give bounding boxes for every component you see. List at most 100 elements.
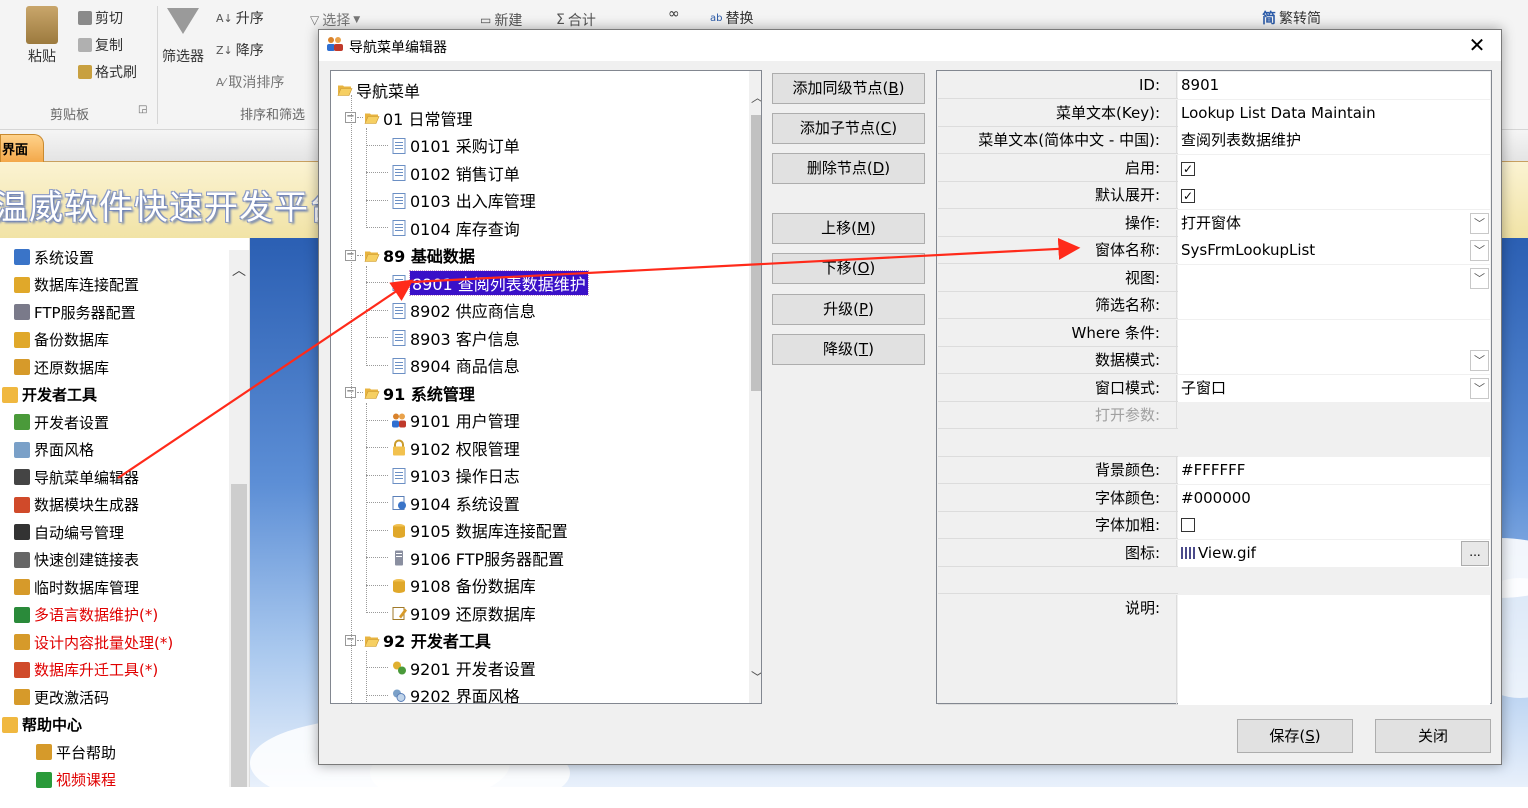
tree-root[interactable]: 导航菜单 (337, 76, 420, 103)
tab-main-interface[interactable]: 界面 (0, 134, 44, 162)
tree-leaf-node[interactable]: 0102 销售订单 (391, 159, 520, 186)
close-icon[interactable]: ✕ (1463, 32, 1491, 58)
sidebar-item[interactable]: 更改激活码 (14, 684, 109, 710)
sidebar-item[interactable]: 快速创建链接表 (14, 547, 139, 573)
chevron-down-icon[interactable]: ﹀ (1470, 350, 1489, 371)
tree-scrollbar-thumb[interactable] (751, 115, 761, 391)
sidebar-item[interactable]: 导航菜单编辑器 (14, 464, 139, 490)
checkbox[interactable]: ✓ (1181, 161, 1195, 176)
sidebar-item[interactable]: 多语言数据维护(*) (14, 602, 158, 628)
sidebar-item[interactable]: 视频课程 (36, 767, 116, 793)
property-value[interactable] (1178, 292, 1490, 319)
property-dropdown[interactable]: 打开窗体 ﹀ (1178, 209, 1490, 237)
sidebar-item[interactable]: FTP服务器配置 (14, 299, 136, 325)
property-value[interactable]: #000000 (1178, 484, 1490, 512)
move-up-button[interactable]: 上移(M) (772, 213, 925, 244)
tree-leaf-node[interactable]: 9202 界面风格 (391, 682, 520, 703)
sidebar-item[interactable]: 自动编号管理 (14, 519, 124, 545)
paste-button[interactable]: 粘贴 (26, 6, 58, 66)
property-dropdown[interactable]: SysFrmLookupList ﹀ (1178, 237, 1490, 264)
property-value[interactable]: 8901 (1178, 72, 1490, 99)
property-value[interactable]: View.gif... (1178, 539, 1490, 567)
chevron-down-icon[interactable]: ﹀ (1470, 240, 1489, 261)
tree-leaf-node[interactable]: 0104 库存查询 (391, 214, 520, 241)
sidebar-item[interactable]: 平台帮助 (36, 739, 116, 765)
tree-group-node[interactable]: 92 开发者工具 (364, 627, 491, 654)
dialog-launcher-icon[interactable]: ◲ (138, 104, 147, 115)
tree-leaf-node[interactable]: 9108 备份数据库 (391, 572, 536, 599)
tree-group-node[interactable]: 01 日常管理 (364, 104, 472, 131)
sort-desc-button[interactable]: Z↓ 降序 (216, 40, 264, 60)
traditional-to-simplified-button[interactable]: 简繁转简 (1262, 8, 1321, 28)
sidebar-item[interactable]: 开发者工具 (2, 382, 97, 408)
totals-button[interactable]: Σ 合计 (556, 10, 596, 30)
selection-button[interactable]: ▽ 选择 ▼ (310, 10, 360, 30)
tree-leaf-node[interactable]: 9105 数据库连接配置 (391, 517, 568, 544)
property-dropdown[interactable]: 子窗口 ﹀ (1178, 374, 1490, 402)
scroll-up-icon[interactable]: ︿ (749, 87, 761, 107)
sidebar-scrollbar-thumb[interactable] (231, 484, 247, 787)
sidebar-item[interactable]: 设计内容批量处理(*) (14, 629, 173, 655)
sidebar-item[interactable]: 备份数据库 (14, 327, 109, 353)
close-button[interactable]: 关闭 (1375, 719, 1491, 753)
checkbox[interactable] (1181, 518, 1195, 532)
property-checkbox[interactable]: ✓ (1178, 154, 1490, 182)
tree-leaf-node[interactable]: 9201 开发者设置 (391, 654, 536, 681)
replace-button[interactable]: ab 替换 (710, 8, 753, 28)
tree-leaf-node[interactable]: 9106 FTP服务器配置 (391, 544, 564, 571)
sidebar-item[interactable]: 临时数据库管理 (14, 574, 139, 600)
filter-button[interactable]: 筛选器 (162, 8, 204, 66)
sidebar-item[interactable]: 还原数据库 (14, 354, 109, 380)
scroll-up-icon[interactable]: ︿ (229, 260, 249, 279)
tree-leaf-node[interactable]: 9102 权限管理 (391, 434, 520, 461)
format-painter-button[interactable]: 格式刷 (78, 62, 137, 82)
move-down-button[interactable]: 下移(O) (772, 253, 925, 284)
delete-node-button[interactable]: 删除节点(D) (772, 153, 925, 184)
tree-leaf-node[interactable]: 0101 采购订单 (391, 132, 520, 159)
chevron-down-icon[interactable]: ﹀ (1470, 377, 1489, 399)
tree-leaf-node[interactable]: 0103 出入库管理 (391, 187, 536, 214)
add-sibling-node-button[interactable]: 添加同级节点(B) (772, 73, 925, 104)
dialog-titlebar[interactable]: 导航菜单编辑器 ✕ (319, 30, 1501, 61)
browse-button[interactable]: ... (1461, 540, 1489, 566)
tree-leaf-node[interactable]: 8901 查阅列表数据维护 (391, 269, 589, 296)
demote-button[interactable]: 降级(T) (772, 334, 925, 365)
menu-tree-view[interactable]: − − − − 导航菜单 01 日常管理 0101 采购订单 0102 销售订单 0103 … (330, 70, 762, 704)
sidebar-item[interactable]: 数据库连接配置 (14, 272, 139, 298)
property-value[interactable] (1178, 594, 1490, 705)
property-checkbox[interactable]: ✓ (1178, 182, 1490, 209)
tree-leaf-node[interactable]: 9101 用户管理 (391, 407, 520, 434)
promote-button[interactable]: 升级(P) (772, 294, 925, 325)
property-value[interactable]: #FFFFFF (1178, 457, 1490, 484)
add-child-node-button[interactable]: 添加子节点(C) (772, 113, 925, 144)
sidebar-item[interactable]: 帮助中心 (2, 712, 82, 738)
save-button[interactable]: 保存(S) (1237, 719, 1353, 753)
sidebar-item[interactable]: 数据库升迁工具(*) (14, 657, 158, 683)
tree-leaf-node[interactable]: 9109 还原数据库 (391, 599, 536, 626)
property-value[interactable]: 查阅列表数据维护 (1178, 127, 1490, 154)
tree-group-node[interactable]: 89 基础数据 (364, 242, 475, 269)
cut-button[interactable]: 剪切 (78, 8, 123, 28)
clear-sort-button[interactable]: A⁄ 取消排序 (216, 72, 284, 92)
tree-leaf-node[interactable]: 9104 系统设置 (391, 489, 520, 516)
tree-leaf-node[interactable]: 8902 供应商信息 (391, 297, 536, 324)
property-value[interactable]: Lookup List Data Maintain (1178, 99, 1490, 127)
copy-button[interactable]: 复制 (78, 35, 123, 55)
tree-leaf-node[interactable]: 8904 商品信息 (391, 352, 520, 379)
scroll-down-icon[interactable]: ﹀ (749, 667, 761, 687)
sidebar-item[interactable]: 界面风格 (14, 437, 94, 463)
sidebar-item[interactable]: 系统设置 (14, 244, 94, 270)
property-dropdown[interactable]: ﹀ (1178, 264, 1490, 292)
sidebar-item[interactable]: 数据模块生成器 (14, 492, 139, 518)
property-dropdown[interactable]: ﹀ (1178, 347, 1490, 374)
property-checkbox[interactable] (1178, 512, 1490, 539)
find-button[interactable]: ∞ (668, 6, 680, 22)
property-value[interactable] (1178, 319, 1490, 347)
sidebar-item[interactable]: 开发者设置 (14, 409, 109, 435)
tree-leaf-node[interactable]: 9103 操作日志 (391, 462, 520, 489)
new-record-button[interactable]: ▭ 新建 (480, 10, 522, 30)
checkbox[interactable]: ✓ (1181, 189, 1195, 203)
tree-group-node[interactable]: 91 系统管理 (364, 379, 475, 406)
chevron-down-icon[interactable]: ﹀ (1470, 267, 1489, 289)
chevron-down-icon[interactable]: ﹀ (1470, 212, 1489, 234)
